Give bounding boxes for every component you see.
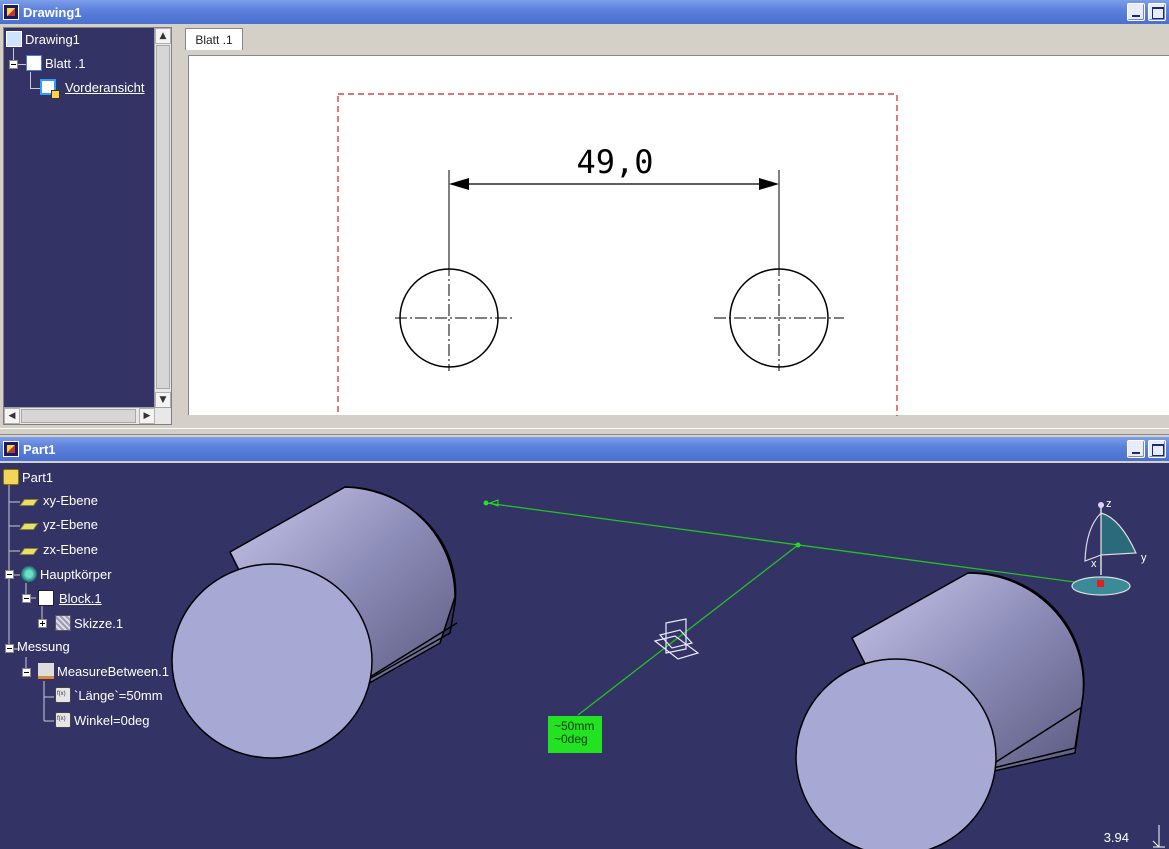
plane-icon [19, 523, 39, 530]
tree-item-sheet[interactable]: Blatt .1 [26, 55, 85, 71]
collapse-toggle[interactable] [5, 644, 14, 653]
tree-item-length-parameter[interactable]: `Länge`=50mm [55, 687, 163, 703]
expand-toggle[interactable] [38, 619, 47, 628]
measure-angle-text: ~0deg [554, 732, 588, 746]
collapse-toggle[interactable] [22, 594, 31, 603]
compass-x-label: x [1091, 558, 1097, 570]
zoom-readout: 3.94 [1103, 830, 1129, 845]
tree-horizontal-scrollbar[interactable]: ◀ ▶ [4, 407, 171, 424]
tree-item-measure-between[interactable]: MeasureBetween.1 [38, 663, 169, 679]
3d-viewport[interactable]: z x y Part1 xy-Ebene yz-Ebene zx-Ebene H… [0, 463, 1169, 849]
collapse-toggle[interactable] [9, 60, 18, 69]
drawing-sheet-canvas[interactable]: 49,0 [188, 55, 1169, 416]
scroll-up-button[interactable]: ▲ [155, 28, 171, 44]
drawing-spec-tree[interactable]: Drawing1 Blatt .1 Vorderansicht ▲ ▼ ◀ ▶ [3, 27, 172, 425]
minimize-button[interactable] [1127, 3, 1145, 21]
measure-leader-line [577, 544, 799, 716]
sketch-icon [55, 615, 71, 631]
front-view-svg: 49,0 [337, 93, 898, 416]
scroll-left-button[interactable]: ◀ [4, 408, 20, 424]
catia-app-icon[interactable] [3, 4, 19, 20]
cylinder-right[interactable] [795, 572, 1085, 849]
tree-item-measure-group[interactable]: Messung [17, 639, 70, 654]
scroll-down-button[interactable]: ▼ [155, 392, 171, 408]
compass-z-label: z [1106, 498, 1112, 510]
drawing-icon [6, 31, 22, 47]
collapse-toggle[interactable] [5, 570, 14, 579]
formula-icon [55, 712, 71, 728]
minimize-button[interactable] [1127, 440, 1145, 458]
maximize-button[interactable] [1148, 440, 1166, 458]
tree-item-drawing-root[interactable]: Drawing1 [6, 31, 80, 47]
3d-scene-svg: z x y [8, 485, 1147, 849]
catia-app-icon[interactable] [3, 441, 19, 457]
tree-connector [30, 88, 40, 89]
compass-icon[interactable]: z x y [1071, 498, 1147, 596]
tree-item-front-view[interactable]: Vorderansicht [40, 79, 145, 99]
scroll-thumb[interactable] [156, 45, 170, 389]
drawing-window: Drawing1 Drawing1 Blatt .1 Vorderansicht… [0, 0, 1169, 430]
axis-indicator-icon [1152, 825, 1165, 848]
measure-arrow [488, 499, 499, 507]
plane-icon [19, 548, 39, 555]
measure-result-label[interactable]: ~50mm ~0deg [548, 716, 602, 753]
tree-item-zx-plane[interactable]: zx-Ebene [19, 542, 98, 557]
sheet-area: Blatt .1 49,0 [180, 27, 1169, 427]
tree-vertical-scrollbar[interactable]: ▲ ▼ [154, 28, 171, 408]
part-icon [3, 469, 19, 485]
scroll-thumb[interactable] [21, 409, 136, 423]
tree-item-xy-plane[interactable]: xy-Ebene [19, 493, 98, 508]
measure-endpoint[interactable] [483, 500, 489, 506]
dimension-value[interactable]: 49,0 [576, 143, 653, 181]
dimension-arrow-right [759, 178, 779, 190]
window-splitter[interactable] [0, 428, 1169, 435]
sheet-icon [26, 55, 42, 71]
drawing-window-title: Drawing1 [23, 4, 82, 20]
dimension-arrow-left [449, 178, 469, 190]
maximize-button[interactable] [1148, 3, 1166, 21]
tree-connector [18, 64, 26, 65]
pad-icon [38, 590, 54, 606]
part-window: Part1 z x y Part1 xy-Ebene yz-Ebene zx-E… [0, 437, 1169, 849]
tree-item-sketch[interactable]: Skizze.1 [55, 615, 123, 631]
plane-icon [19, 499, 39, 506]
tab-sheet[interactable]: Blatt .1 [185, 28, 243, 50]
compass-y-label: y [1141, 552, 1147, 564]
body-icon [21, 566, 37, 582]
part-window-title: Part1 [23, 441, 56, 457]
cylinder-left[interactable] [171, 486, 458, 759]
tree-item-main-body[interactable]: Hauptkörper [21, 566, 112, 582]
tree-item-angle-parameter[interactable]: Winkel=0deg [55, 712, 150, 728]
tree-item-block[interactable]: Block.1 [38, 590, 102, 606]
formula-icon [55, 687, 71, 703]
collapse-toggle[interactable] [22, 668, 31, 677]
part-title-bar[interactable]: Part1 [0, 437, 1169, 461]
measure-icon [38, 663, 54, 679]
tree-connector [30, 72, 31, 88]
tree-item-part-root[interactable]: Part1 [3, 469, 53, 485]
tree-item-yz-plane[interactable]: yz-Ebene [19, 517, 98, 532]
drawing-title-bar[interactable]: Drawing1 [0, 0, 1169, 24]
scroll-right-button[interactable]: ▶ [139, 408, 155, 424]
view-icon [40, 79, 60, 99]
